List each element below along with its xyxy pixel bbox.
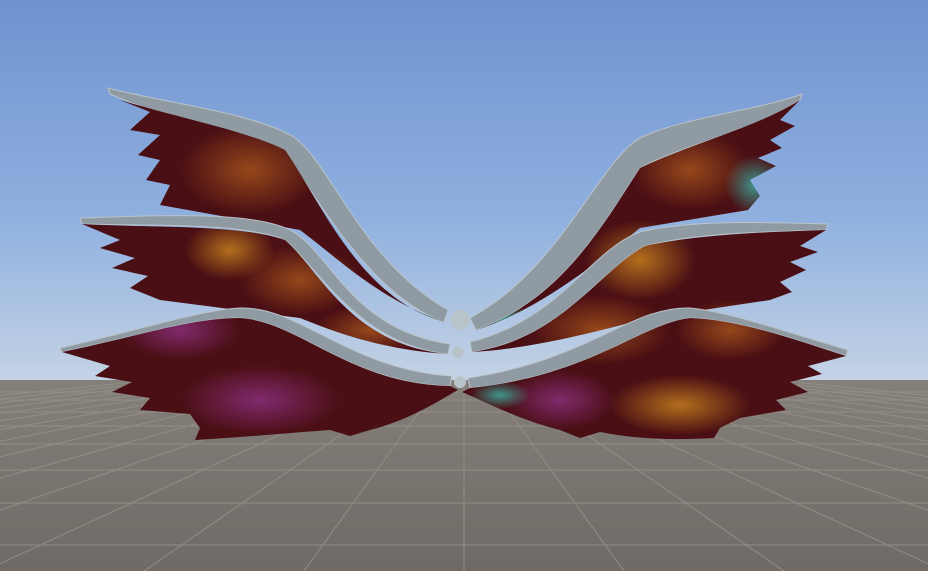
ground-plane xyxy=(0,379,928,571)
scene-canvas xyxy=(0,0,928,571)
